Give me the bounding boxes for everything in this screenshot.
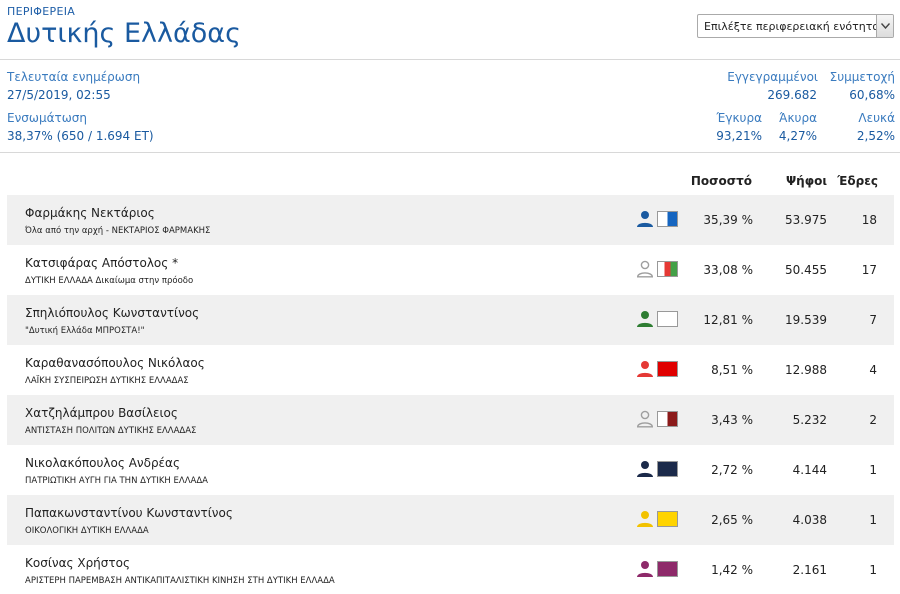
seats-cell: 2 xyxy=(869,413,877,427)
valid-value: 93,21% xyxy=(716,129,762,143)
blank-value: 2,52% xyxy=(856,129,895,143)
party-name: ΑΝΤΙΣΤΑΣΗ ΠΟΛΙΤΩΝ ΔΥΤΙΚΗΣ ΕΛΛΑΔΑΣ xyxy=(25,426,197,436)
seats-cell: 1 xyxy=(869,513,877,527)
seats-cell: 17 xyxy=(861,263,877,277)
party-color-swatch xyxy=(657,561,678,577)
votes-cell: 5.232 xyxy=(792,413,827,427)
candidate-name: Κατσιφάρας Απόστολος * xyxy=(25,256,179,270)
votes-cell: 2.161 xyxy=(792,563,827,577)
percent-cell: 1,42 % xyxy=(711,563,753,577)
party-color-swatch xyxy=(657,311,678,327)
seats-cell: 4 xyxy=(869,363,877,377)
table-row[interactable]: Νικολακόπουλος Ανδρέας ΠΑΤΡΙΩΤΙΚΗ ΑΥΓΗ ΓΙ… xyxy=(7,445,894,495)
candidate-name: Καραθανασόπουλος Νικόλαος xyxy=(25,356,205,370)
registered-label: Εγγεγραμμένοι xyxy=(727,70,818,84)
blank-label: Λευκά xyxy=(858,111,895,125)
percent-cell: 8,51 % xyxy=(711,363,753,377)
candidate-name: Παπακωνσταντίνου Κωνσταντίνος xyxy=(25,506,233,520)
invalid-value: 4,27% xyxy=(778,129,817,143)
person-icon xyxy=(636,560,654,578)
seats-cell: 7 xyxy=(869,313,877,327)
party-color-swatch xyxy=(657,461,678,477)
valid-label: Έγκυρα xyxy=(716,111,762,125)
party-name: Όλα από την αρχή - ΝΕΚΤΑΡΙΟΣ ΦΑΡΜΑΚΗΣ xyxy=(25,226,211,236)
percent-cell: 2,65 % xyxy=(711,513,753,527)
candidate-name: Σπηλιόπουλος Κωνσταντίνος xyxy=(25,306,200,320)
regional-unit-select[interactable]: Επιλέξτε περιφερειακή ενότητα... xyxy=(697,14,894,38)
table-row[interactable]: Καραθανασόπουλος Νικόλαος ΛΑΪΚΗ ΣΥΣΠΕΙΡΩΣ… xyxy=(7,345,894,395)
person-icon xyxy=(636,410,654,428)
column-header-percent: Ποσοστό xyxy=(690,174,752,188)
percent-cell: 3,43 % xyxy=(711,413,753,427)
candidate-name: Φαρμάκης Νεκτάριος xyxy=(25,206,155,220)
regional-unit-select-value: Επιλέξτε περιφερειακή ενότητα... xyxy=(704,20,891,33)
party-name: ΛΑΪΚΗ ΣΥΣΠΕΙΡΩΣΗ ΔΥΤΙΚΗΣ ΕΛΛΑΔΑΣ xyxy=(25,376,189,386)
percent-cell: 33,08 % xyxy=(703,263,753,277)
votes-cell: 4.038 xyxy=(792,513,827,527)
party-color-swatch xyxy=(657,411,678,427)
last-update-label: Τελευταία ενημέρωση xyxy=(7,70,141,84)
person-icon xyxy=(636,510,654,528)
person-icon xyxy=(636,260,654,278)
last-update-value: 27/5/2019, 02:55 xyxy=(7,88,111,102)
person-icon xyxy=(636,360,654,378)
integration-label: Ενσωμάτωση xyxy=(7,111,87,125)
chevron-down-icon[interactable] xyxy=(876,15,893,37)
party-color-swatch xyxy=(657,511,678,527)
turnout-value: 60,68% xyxy=(849,88,895,102)
column-header-seats: Έδρες xyxy=(837,174,878,188)
party-name: ΟΙΚΟΛΟΓΙΚΗ ΔΥΤΙΚΗ ΕΛΛΑΔΑ xyxy=(25,526,149,536)
table-row[interactable]: Σπηλιόπουλος Κωνσταντίνος "Δυτική Ελλάδα … xyxy=(7,295,894,345)
percent-cell: 12,81 % xyxy=(703,313,753,327)
seats-cell: 1 xyxy=(869,563,877,577)
votes-cell: 4.144 xyxy=(792,463,827,477)
candidate-name: Κοσίνας Χρήστος xyxy=(25,556,131,570)
invalid-label: Άκυρα xyxy=(779,111,817,125)
percent-cell: 2,72 % xyxy=(711,463,753,477)
seats-cell: 18 xyxy=(861,213,877,227)
page-header: ΠΕΡΙΦΕΡΕΙΑ Δυτικής Ελλάδας Επιλέξτε περι… xyxy=(0,0,900,60)
table-row[interactable]: Χατζηλάμπρου Βασίλειος ΑΝΤΙΣΤΑΣΗ ΠΟΛΙΤΩΝ … xyxy=(7,395,894,445)
party-name: ΑΡΙΣΤΕΡΗ ΠΑΡΕΜΒΑΣΗ ΑΝΤΙΚΑΠΙΤΑΛΙΣΤΙΚΗ ΚΙΝ… xyxy=(25,576,335,586)
integration-value: 38,37% (650 / 1.694 ΕΤ) xyxy=(7,129,154,143)
party-color-swatch xyxy=(657,261,678,277)
region-label: ΠΕΡΙΦΕΡΕΙΑ xyxy=(7,5,76,18)
column-header-votes: Ψήφοι xyxy=(785,174,827,188)
person-icon xyxy=(636,210,654,228)
party-color-swatch xyxy=(657,211,678,227)
seats-cell: 1 xyxy=(869,463,877,477)
party-name: "Δυτική Ελλάδα ΜΠΡΟΣΤΑ!" xyxy=(25,326,145,336)
votes-cell: 12.988 xyxy=(785,363,827,377)
party-color-swatch xyxy=(657,361,678,377)
person-icon xyxy=(636,460,654,478)
percent-cell: 35,39 % xyxy=(703,213,753,227)
person-icon xyxy=(636,310,654,328)
party-name: ΔΥΤΙΚΗ ΕΛΛΑΔΑ Δικαίωμα στην πρόοδο xyxy=(25,276,194,286)
table-row[interactable]: Παπακωνσταντίνου Κωνσταντίνος ΟΙΚΟΛΟΓΙΚΗ … xyxy=(7,495,894,545)
stats-panel: Τελευταία ενημέρωση 27/5/2019, 02:55 Ενσ… xyxy=(0,60,900,153)
party-name: ΠΑΤΡΙΩΤΙΚΗ ΑΥΓΗ ΓΙΑ ΤΗΝ ΔΥΤΙΚΗ ΕΛΛΑΔΑ xyxy=(25,476,208,486)
votes-cell: 19.539 xyxy=(785,313,827,327)
candidate-name: Νικολακόπουλος Ανδρέας xyxy=(25,456,180,470)
table-row[interactable]: Κοσίνας Χρήστος ΑΡΙΣΤΕΡΗ ΠΑΡΕΜΒΑΣΗ ΑΝΤΙΚΑ… xyxy=(7,545,894,594)
table-row[interactable]: Κατσιφάρας Απόστολος * ΔΥΤΙΚΗ ΕΛΛΑΔΑ Δικα… xyxy=(7,245,894,295)
votes-cell: 53.975 xyxy=(785,213,827,227)
table-row[interactable]: Φαρμάκης Νεκτάριος Όλα από την αρχή - ΝΕΚ… xyxy=(7,195,894,245)
candidate-name: Χατζηλάμπρου Βασίλειος xyxy=(25,406,178,420)
page-title: Δυτικής Ελλάδας xyxy=(7,18,241,49)
registered-value: 269.682 xyxy=(767,88,817,102)
turnout-label: Συμμετοχή xyxy=(829,70,895,84)
votes-cell: 50.455 xyxy=(785,263,827,277)
